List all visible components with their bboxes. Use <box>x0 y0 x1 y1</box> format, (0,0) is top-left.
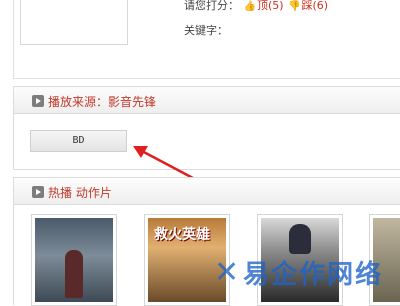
source-section-title: 播放来源：影音先锋 <box>48 95 157 109</box>
thumb-up-icon[interactable]: 👍 <box>244 1 256 12</box>
keywords-label: 关键字： <box>184 24 228 37</box>
rating-label: 请您打分： <box>184 0 239 12</box>
vote-down-link[interactable]: 踩(6) <box>302 0 329 12</box>
movie-poster[interactable] <box>31 214 117 306</box>
watermark-x-icon: ✕ <box>214 254 240 290</box>
thumb-down-icon[interactable]: 👎 <box>288 1 300 12</box>
play-icon <box>32 95 44 107</box>
rating-row: 请您打分： 👍顶(5) 👎踩(6) <box>184 0 328 13</box>
hot-section-title: 热播 动作片 <box>48 186 112 200</box>
vote-up-link[interactable]: 顶(5) <box>257 0 284 12</box>
source-bd-button[interactable]: BD <box>30 130 127 152</box>
poster-title: 救火英雄 <box>154 227 210 243</box>
poster-image <box>35 218 113 302</box>
play-icon <box>32 186 44 198</box>
watermark-logo: ✕ 易企作网络 <box>214 252 383 292</box>
hot-section-header: 热播 动作片 <box>13 177 400 205</box>
watermark-text: 易企作网络 <box>243 259 384 290</box>
movie-cover-thumbnail <box>20 0 128 45</box>
source-section-header: 播放来源：影音先锋 <box>13 86 400 114</box>
